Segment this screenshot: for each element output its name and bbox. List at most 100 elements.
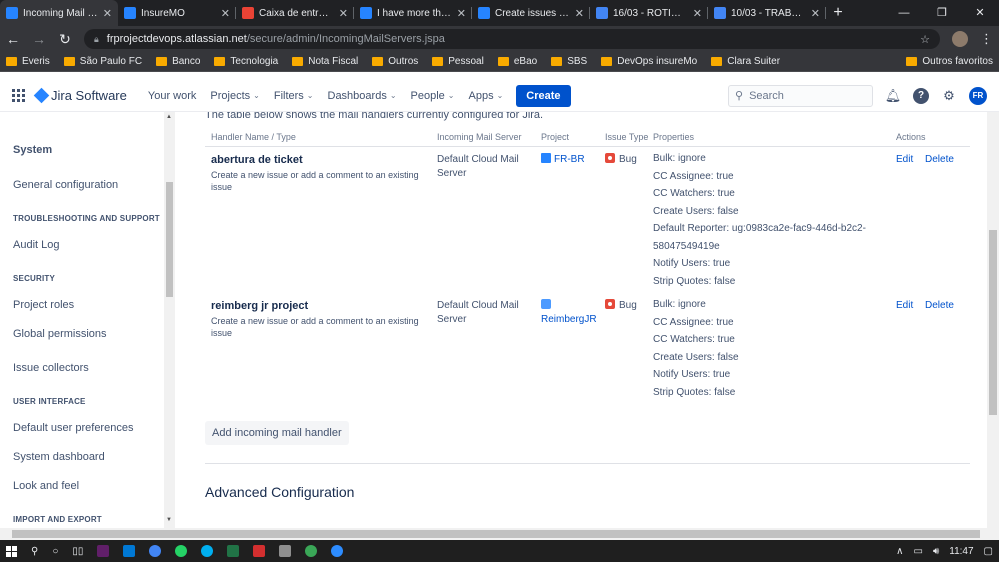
minimize-icon[interactable]: —	[885, 0, 923, 26]
browser-tab[interactable]: I have more than ✕	[354, 0, 472, 26]
nav-menu-item[interactable]: Filters ⌄	[267, 90, 321, 102]
app-switcher-icon[interactable]	[12, 88, 26, 103]
sheets-icon[interactable]	[305, 545, 318, 557]
reload-icon[interactable]: ↻	[58, 31, 72, 48]
search-taskbar-icon[interactable]: ⚲	[31, 546, 38, 557]
app-icon[interactable]	[279, 545, 292, 557]
browser-tab[interactable]: Incoming Mail Ser ✕	[0, 0, 118, 26]
slack-icon[interactable]	[97, 545, 110, 557]
new-tab-icon[interactable]: +	[826, 0, 850, 26]
sidebar-item[interactable]: Global permissions	[13, 328, 107, 340]
back-icon[interactable]: ←	[6, 31, 20, 47]
sidebar-item[interactable]: General configuration	[13, 179, 118, 191]
nav-menu-item[interactable]: Apps ⌄	[462, 90, 511, 102]
help-icon[interactable]: ?	[913, 87, 929, 104]
forward-icon[interactable]: →	[32, 31, 46, 47]
clock-time[interactable]: 11:47	[949, 546, 973, 557]
bookmark-folder[interactable]: Nota Fiscal	[292, 56, 358, 67]
browser-tab[interactable]: Create issues and ✕	[472, 0, 590, 26]
scroll-down-icon[interactable]: ▼	[166, 517, 172, 523]
profile-avatar[interactable]	[952, 31, 968, 47]
user-avatar[interactable]: FR	[969, 86, 987, 105]
tray-chevron-icon[interactable]: ∧	[896, 546, 903, 557]
tab-close-icon[interactable]: ✕	[103, 7, 112, 20]
folder-icon	[906, 57, 918, 66]
tab-close-icon[interactable]: ✕	[811, 7, 820, 20]
close-window-icon[interactable]: ✕	[961, 0, 999, 26]
task-view-icon[interactable]: ▯▯	[72, 546, 83, 557]
excel-icon[interactable]	[227, 545, 240, 557]
bookmark-folder[interactable]: Pessoal	[432, 56, 484, 67]
horizontal-scroll-thumb[interactable]	[12, 530, 980, 538]
add-mail-handler-button[interactable]: Add incoming mail handler	[205, 421, 349, 445]
tab-close-icon[interactable]: ✕	[693, 7, 702, 20]
project-link[interactable]: FR-BR	[554, 154, 585, 165]
browser-tab[interactable]: 16/03 - ROTINA D ✕	[590, 0, 708, 26]
settings-gear-icon[interactable]: ⚙	[941, 88, 957, 104]
browser-menu-icon[interactable]: ⋮	[980, 31, 993, 47]
edit-handler-link[interactable]: Edit	[896, 153, 913, 167]
notification-center-icon[interactable]: ▢	[984, 546, 993, 557]
browser-tab[interactable]: Caixa de entrada ✕	[236, 0, 354, 26]
cortana-icon[interactable]: ○	[52, 546, 58, 557]
sidebar-scroll-thumb[interactable]	[166, 182, 173, 297]
sidebar-item[interactable]: Default user preferences	[13, 422, 133, 434]
delete-handler-link[interactable]: Delete	[925, 299, 954, 313]
bookmark-folder[interactable]: SBS	[551, 56, 587, 67]
bookmark-folder[interactable]: eBao	[497, 56, 537, 67]
zoom-icon[interactable]	[331, 545, 344, 557]
tab-close-icon[interactable]: ✕	[221, 7, 230, 20]
restore-icon[interactable]: ❐	[923, 0, 961, 26]
sidebar-item[interactable]: Audit Log	[13, 239, 59, 251]
bookmark-label: Nota Fiscal	[308, 56, 359, 67]
create-button[interactable]: Create	[516, 84, 571, 107]
sidebar-item[interactable]: Look and feel	[13, 480, 79, 492]
horizontal-scrollbar[interactable]	[0, 528, 999, 540]
project-icon	[541, 153, 551, 163]
skype-icon[interactable]	[201, 545, 214, 557]
browser-tab[interactable]: InsureMO ✕	[118, 0, 236, 26]
page-scrollbar[interactable]	[987, 112, 999, 528]
volume-icon[interactable]: 🔊︎	[933, 546, 939, 557]
bookmark-star-icon[interactable]: ☆	[920, 33, 930, 46]
sidebar-item[interactable]: Project roles	[13, 299, 74, 311]
scroll-up-icon[interactable]: ▲	[166, 114, 172, 120]
edit-handler-link[interactable]: Edit	[896, 299, 913, 313]
outlook-icon[interactable]	[123, 545, 136, 557]
windows-start-icon[interactable]	[6, 545, 17, 557]
sidebar-scrollbar[interactable]: ▲ ▼	[164, 112, 175, 528]
notifications-icon[interactable]: 🔔︎	[885, 88, 902, 104]
tab-close-icon[interactable]: ✕	[457, 7, 466, 20]
page-scroll-thumb[interactable]	[989, 230, 997, 415]
other-bookmarks[interactable]: Outros favoritos	[906, 56, 993, 67]
bookmark-folder[interactable]: Outros	[372, 56, 418, 67]
bookmark-folder[interactable]: DevOps insureMo	[601, 56, 697, 67]
sidebar-item[interactable]: System dashboard	[13, 451, 105, 463]
bookmark-folder[interactable]: Tecnologia	[214, 56, 278, 67]
sidebar-item[interactable]: Issue collectors	[13, 362, 89, 374]
chrome-icon[interactable]	[149, 545, 162, 557]
search-placeholder: Search	[749, 89, 784, 102]
browser-tab[interactable]: 10/03 - TRABALH ✕	[708, 0, 826, 26]
delete-handler-link[interactable]: Delete	[925, 153, 954, 167]
nav-menu-item[interactable]: Your work	[141, 90, 204, 102]
nav-menu-item[interactable]: Dashboards ⌄	[321, 90, 404, 102]
bookmark-folder[interactable]: Everis	[6, 56, 50, 67]
tab-close-icon[interactable]: ✕	[339, 7, 348, 20]
jira-logo[interactable]: Jira Software	[33, 87, 127, 104]
whatsapp-icon[interactable]	[175, 545, 188, 557]
bookmark-folder[interactable]: Banco	[156, 56, 200, 67]
nav-menu-item[interactable]: Projects ⌄	[203, 90, 266, 102]
tab-favicon-icon	[360, 7, 372, 19]
handler-property: CC Assignee: true	[653, 316, 734, 328]
network-icon[interactable]: ▭	[913, 546, 922, 557]
project-link[interactable]: ReimbergJR	[541, 314, 597, 325]
url-input[interactable]: 🔒︎ frprojectdevops.atlassian.net/secure/…	[84, 29, 940, 49]
bookmark-folder[interactable]: São Paulo FC	[63, 56, 142, 67]
bookmark-folder[interactable]: Clara Suiter	[711, 56, 780, 67]
nav-menu-item[interactable]: People ⌄	[404, 90, 462, 102]
tab-close-icon[interactable]: ✕	[575, 7, 584, 20]
acrobat-icon[interactable]	[253, 545, 266, 557]
tab-favicon-icon	[596, 7, 608, 19]
search-input[interactable]: ⚲ Search	[728, 84, 873, 107]
